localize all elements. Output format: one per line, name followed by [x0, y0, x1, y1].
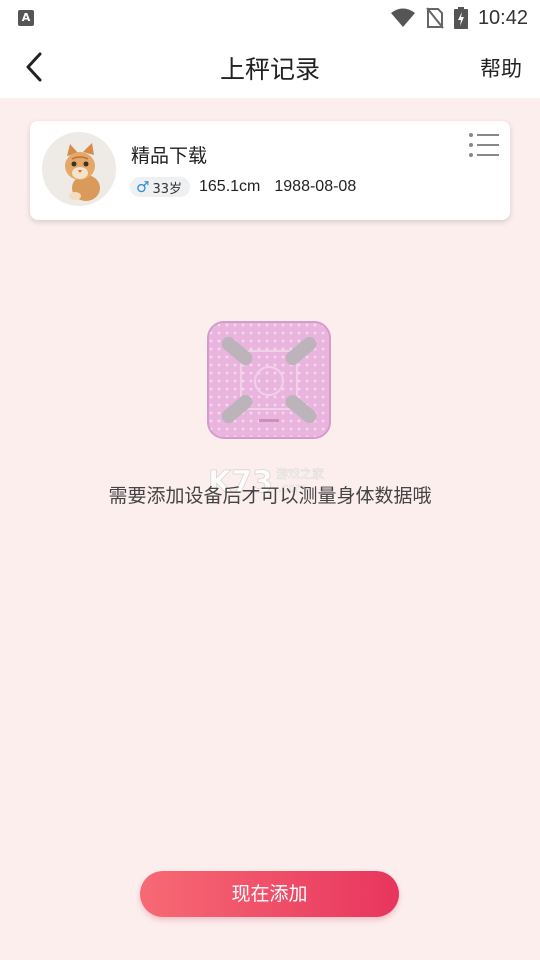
kitten-avatar-icon	[42, 132, 116, 206]
watermark-cn: 游戏之家	[276, 466, 324, 481]
add-device-button[interactable]: 现在添加	[140, 871, 399, 917]
help-button[interactable]: 帮助	[480, 53, 522, 83]
smart-scale-icon	[207, 321, 331, 439]
age-text: 33岁	[152, 181, 182, 197]
birthday-text: 1988-08-08	[274, 178, 357, 195]
height-text: 165.1cm	[199, 178, 261, 195]
profile-name: 精品下载	[131, 145, 208, 167]
list-menu-icon	[469, 133, 499, 157]
page-title: 上秤记录	[219, 55, 320, 84]
smart-scale-image	[207, 321, 331, 439]
no-sim-icon	[426, 7, 444, 29]
notification-a-icon: A	[18, 10, 34, 26]
app-bar: 上秤记录 帮助	[0, 36, 540, 98]
gender-age-badge: ♂ 33岁	[130, 177, 190, 197]
avatar	[42, 132, 116, 206]
status-time: 10:42	[477, 6, 528, 29]
profile-card[interactable]: 精品下载 ♂ 33岁 165.1cm 1988-08-08	[30, 121, 510, 220]
status-bar: A 10:42	[0, 0, 540, 36]
male-icon: ♂	[136, 177, 150, 196]
wifi-icon	[390, 8, 415, 27]
list-menu-button[interactable]	[468, 132, 500, 158]
profile-meta: ♂ 33岁 165.1cm 1988-08-08	[130, 177, 356, 197]
empty-state-message: 需要添加设备后才可以测量身体数据哦	[108, 485, 432, 507]
battery-charging-icon	[453, 7, 468, 29]
